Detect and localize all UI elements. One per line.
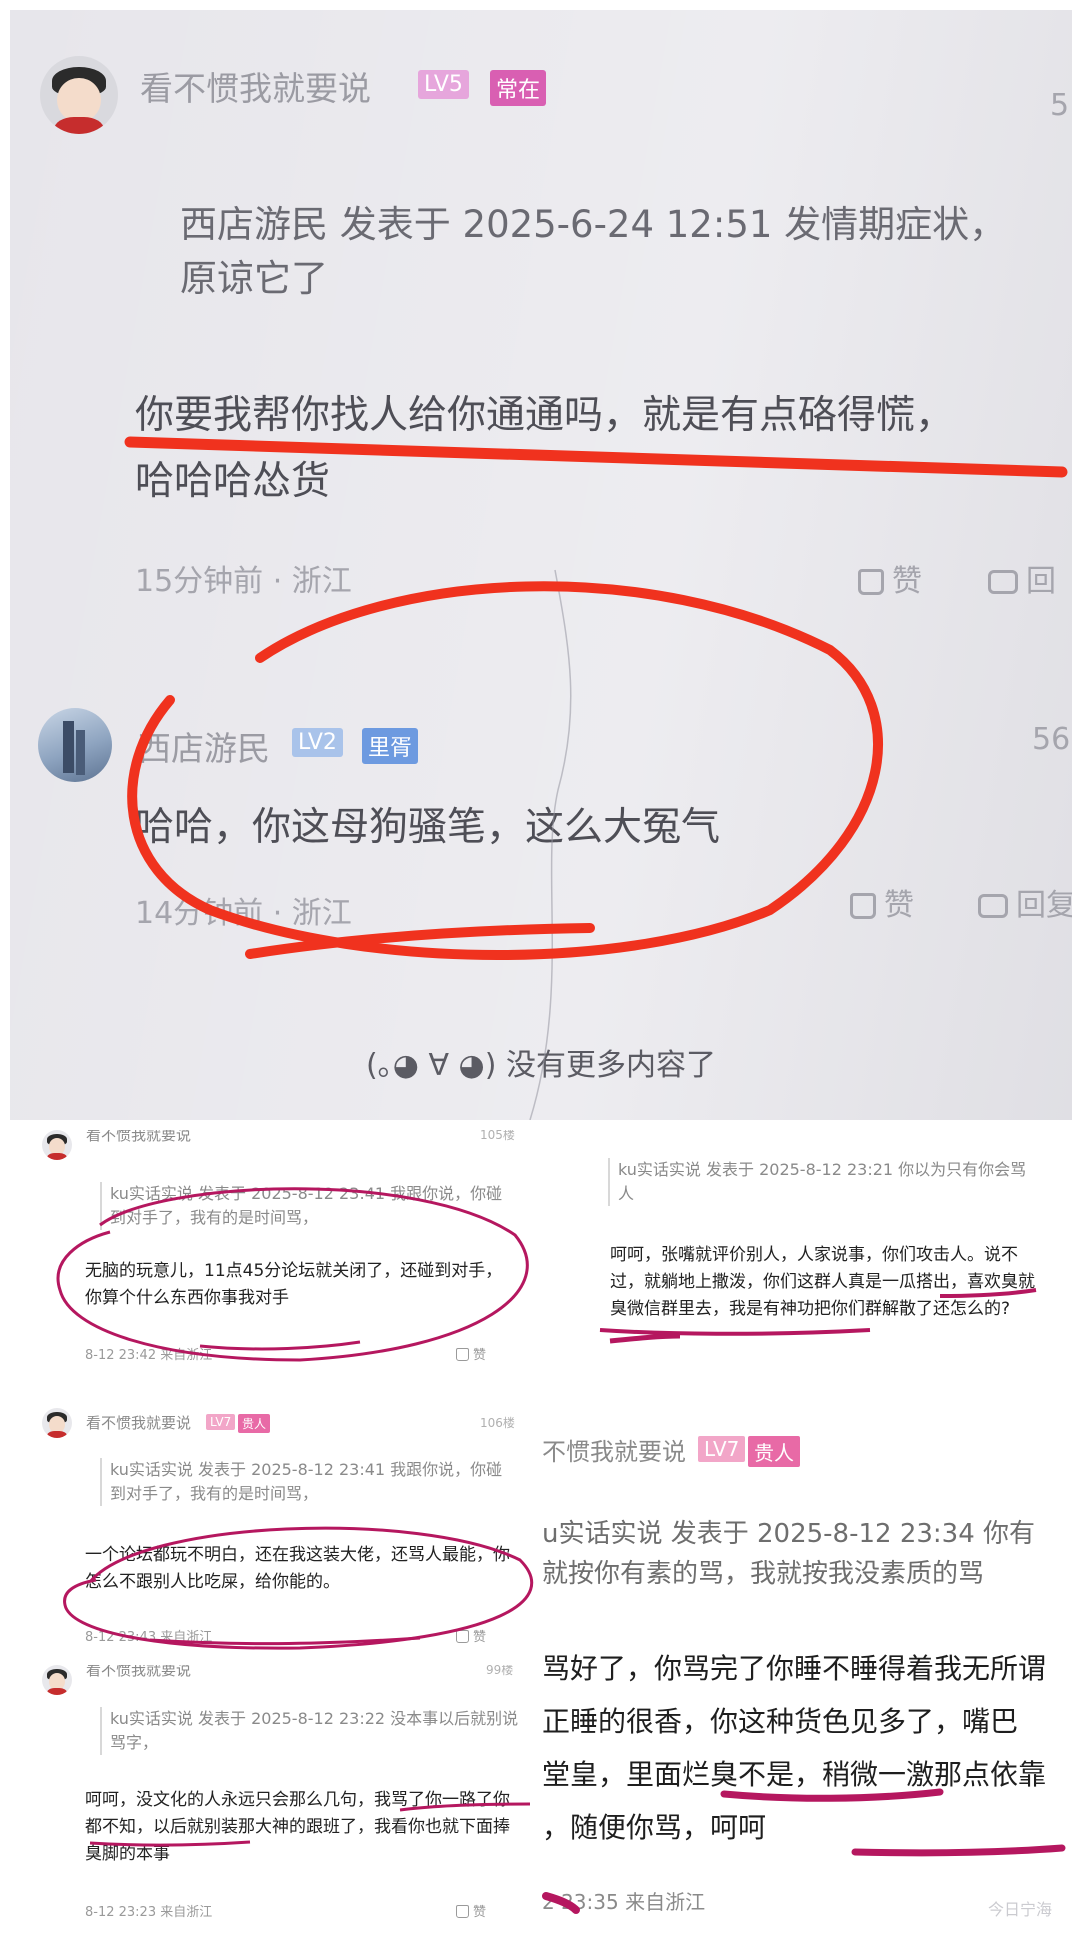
- comment-body: 呵呵，没文化的人永远只会那么几句，我骂了你一路了你都不知，以后就别装那大神的跟班…: [85, 1790, 510, 1864]
- thumbs-up-icon: [456, 1630, 469, 1643]
- role-badge: 贵人: [748, 1436, 800, 1467]
- comment-card-zoomed: 不惯我就要说 LV7 贵人 u实话实说 发表于 2025-8-12 23:34 …: [540, 1420, 1070, 1930]
- like-button[interactable]: 赞: [850, 880, 914, 924]
- thumbs-up-icon: [456, 1348, 469, 1361]
- floor-number: 5: [1050, 88, 1070, 123]
- quoted-post-line: u实话实说 发表于 2025-8-12 23:34 你有: [542, 1519, 1036, 1549]
- reply-button[interactable]: 回: [988, 556, 1056, 600]
- comment-body-line: 哈哈哈怂货: [135, 459, 331, 504]
- level-badge: LV2: [292, 728, 343, 757]
- comment-icon: [988, 570, 1018, 594]
- username[interactable]: 西店游民: [138, 722, 270, 770]
- end-of-list-note: (｡◕ ∀ ◕) 没有更多内容了: [366, 1048, 716, 1083]
- comment-card: 看不惯我就要说 99楼 ku实话实说 发表于 2025-8-12 23:22 没…: [40, 1665, 530, 1930]
- user-avatar[interactable]: [42, 1665, 72, 1695]
- level-badge: LV7: [206, 1414, 236, 1430]
- watermark-logo: 今日宁海: [987, 1900, 1052, 1919]
- floor-number: 105楼: [480, 1130, 515, 1142]
- quoted-post: ku实话实说 发表于 2025-8-12 23:21 你以为只有你会骂人: [608, 1158, 1028, 1206]
- comment-body-line: 骂好了，你骂完了你睡不睡得着我无所谓: [542, 1652, 1047, 1685]
- comment-time-location: 8-12 23:42 来自浙江: [85, 1348, 213, 1363]
- username[interactable]: 不惯我就要说: [542, 1432, 686, 1467]
- quoted-post: ku实话实说 发表于 2025-8-12 23:41 我跟你说，你碰到对手了，我…: [100, 1182, 510, 1230]
- comment-body: 无脑的玩意儿，11点45分论坛就关闭了，还碰到对手，你算个什么东西你事我对手: [85, 1261, 503, 1308]
- reply-button[interactable]: 回复: [978, 880, 1072, 924]
- comment-body: 哈哈，你这母狗骚笔，这么大冤气: [135, 805, 721, 850]
- user-avatar[interactable]: [38, 708, 112, 782]
- quoted-post: ku实话实说 发表于 2025-8-12 23:41 我跟你说，你碰到对手了，我…: [100, 1458, 510, 1506]
- comment-card: 看不惯我就要说 105楼 ku实话实说 发表于 2025-8-12 23:41 …: [40, 1130, 530, 1380]
- like-button[interactable]: 赞: [456, 1344, 486, 1363]
- thumbs-up-icon: [850, 893, 876, 919]
- user-avatar[interactable]: [40, 56, 118, 134]
- comment-body-line: ，随便你骂，呵呵: [542, 1811, 767, 1844]
- thumbs-up-icon: [858, 569, 884, 595]
- username[interactable]: 看不惯我就要说: [86, 1665, 191, 1680]
- comment-time-location: 8-12 23:23 来自浙江: [85, 1905, 213, 1920]
- comment-body-line: 你要我帮你找人给你通通吗，就是有点硌得慌，: [135, 393, 955, 438]
- like-button[interactable]: 赞: [456, 1901, 486, 1920]
- comment-body-line: 正睡的很香，你这种货色见多了，嘴巴: [542, 1705, 1019, 1738]
- level-badge: LV5: [418, 70, 469, 99]
- quoted-post-line: 就按你有素的骂，我就按我没素质的骂: [542, 1559, 985, 1589]
- username[interactable]: 看不惯我就要说: [86, 1412, 191, 1433]
- comment-time-location: 8-12 23:43 来自浙江: [85, 1630, 213, 1645]
- comment-body: 一个论坛都玩不明白，还在我这装大佬，还骂人最能，你怎么不跟别人比吃屎，给你能的。: [85, 1545, 510, 1592]
- comment-card: 看不惯我就要说 LV7 贵人 106楼 ku实话实说 发表于 2025-8-12…: [40, 1400, 530, 1660]
- comment-body: 呵呵，张嘴就评价别人，人家说事，你们攻击人。说不过，就躺地上撒泼，你们这群人真是…: [610, 1245, 1035, 1319]
- photo-of-screen: 看不惯我就要说 LV5 常在 5 西店游民 发表于 2025-6-24 12:5…: [10, 10, 1072, 1120]
- like-button[interactable]: 赞: [858, 556, 922, 600]
- username[interactable]: 看不惯我就要说: [86, 1130, 191, 1145]
- comment-time-location: 15分钟前 · 浙江: [135, 564, 352, 599]
- comment-time-location: 2 23:35 来自浙江: [542, 1890, 706, 1914]
- role-badge: 贵人: [238, 1414, 271, 1433]
- user-avatar[interactable]: [42, 1130, 72, 1160]
- comment-body-line: 堂皇，里面烂臭不是，稍微一激那点依靠: [542, 1758, 1047, 1791]
- user-avatar[interactable]: [42, 1408, 72, 1438]
- floor-number: 56: [1032, 722, 1071, 757]
- role-badge: 常在: [490, 70, 547, 106]
- comment-time-location: 14分钟前 · 浙江: [135, 896, 352, 931]
- quoted-post: ku实话实说 发表于 2025-8-12 23:22 没本事以后就别说骂字，: [100, 1707, 520, 1755]
- thumbs-up-icon: [456, 1905, 469, 1918]
- comment-card: ku实话实说 发表于 2025-8-12 23:21 你以为只有你会骂人 呵呵，…: [548, 1130, 1060, 1380]
- role-badge: 里胥: [362, 728, 419, 764]
- quoted-post: 西店游民 发表于 2025-6-24 12:51 发情期症状，原谅它了: [180, 203, 1007, 300]
- username[interactable]: 看不惯我就要说: [140, 62, 371, 110]
- comment-icon: [978, 894, 1008, 918]
- like-button[interactable]: 赞: [456, 1626, 486, 1645]
- floor-number: 106楼: [480, 1416, 515, 1430]
- level-badge: LV7: [698, 1436, 746, 1462]
- floor-number: 99楼: [486, 1665, 514, 1677]
